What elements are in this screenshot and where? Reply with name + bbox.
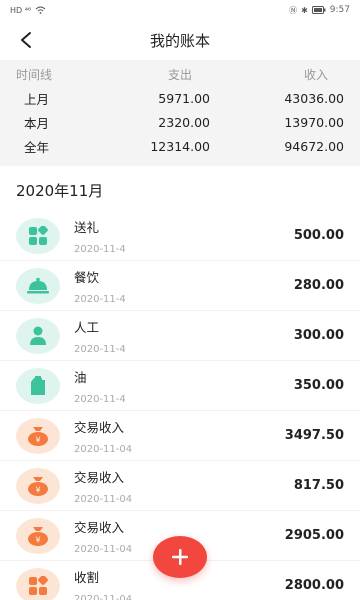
header-timeline: 时间线 (16, 67, 53, 82)
item-text: 餐饮 2020-11-4 (74, 267, 294, 305)
svg-text:¥: ¥ (35, 535, 40, 544)
item-date: 2020-11-4 (74, 293, 126, 305)
item-amount: 817.50 (293, 478, 344, 493)
header-income: 收入 (303, 67, 328, 82)
item-date: 2020-11-04 (74, 593, 133, 600)
item-name: 人工 (74, 319, 100, 335)
item-text: 交易收入 2020-11-04 (74, 417, 285, 455)
money-bag-icon: ¥ (16, 517, 60, 554)
chevron-left-icon (21, 32, 31, 48)
item-name: 油 (74, 369, 87, 385)
status-time: 9:57 (329, 5, 350, 15)
svg-text:¥: ¥ (35, 435, 40, 444)
summary-row: 全年 12314.00 94672.00 (0, 134, 360, 158)
status-right: Ⓝ ✱ 9:57 (289, 5, 350, 16)
header-expense: 支出 (167, 67, 192, 82)
list-item[interactable]: ¥ 交易收入 2020-11-04 3497.50 (0, 411, 360, 461)
list-item[interactable]: ¥ 交易收入 2020-11-04 817.50 (0, 461, 360, 511)
plus-icon (172, 549, 188, 565)
list-item[interactable]: 油 2020-11-4 350.00 (0, 361, 360, 411)
item-name: 交易收入 (74, 469, 125, 485)
summary-row: 上月 5971.00 43036.00 (0, 86, 360, 110)
grid-icon (16, 567, 60, 600)
item-date: 2020-11-4 (74, 393, 126, 405)
grid-icon (16, 217, 60, 254)
list-item[interactable]: 人工 2020-11-4 300.00 (0, 311, 360, 361)
item-amount: 2800.00 (284, 578, 344, 593)
summary-income: 94672.00 (284, 138, 344, 154)
list-item[interactable]: 送礼 2020-11-4 500.00 (0, 211, 360, 261)
item-amount: 500.00 (293, 228, 344, 243)
item-amount: 350.00 (293, 378, 344, 393)
battery-icon (311, 6, 326, 14)
item-name: 交易收入 (74, 519, 125, 535)
money-bag-icon: ¥ (16, 417, 60, 454)
item-amount: 3497.50 (284, 428, 344, 443)
list-item[interactable]: 餐饮 2020-11-4 280.00 (0, 261, 360, 311)
summary-row: 本月 2320.00 13970.00 (0, 110, 360, 134)
fuel-can-icon (16, 367, 60, 404)
summary-period: 本月 (24, 115, 50, 131)
dish-icon (16, 267, 60, 304)
summary-expense: 12314.00 (150, 138, 210, 154)
back-button[interactable] (14, 28, 38, 52)
item-name: 交易收入 (74, 419, 125, 435)
page-title: 我的账本 (149, 31, 210, 50)
summary-income: 13970.00 (284, 114, 344, 130)
item-name: 送礼 (74, 219, 100, 235)
item-date: 2020-11-4 (74, 343, 126, 355)
status-left: HD ⁴⁶ (10, 6, 46, 15)
item-date: 2020-11-04 (74, 493, 133, 505)
item-text: 交易收入 2020-11-04 (74, 467, 294, 505)
summary-expense: 5971.00 (158, 90, 210, 106)
item-text: 油 2020-11-4 (74, 367, 294, 405)
nfc-icon: Ⓝ (289, 5, 298, 15)
summary-period: 全年 (24, 139, 50, 155)
app-header: 我的账本 (0, 20, 360, 60)
summary-table: 时间线 支出 收入 上月 5971.00 43036.00 本月 2320.00… (0, 60, 360, 166)
bluetooth-icon: ✱ (301, 5, 308, 15)
summary-expense: 2320.00 (158, 114, 210, 130)
person-icon (16, 317, 60, 354)
item-text: 人工 2020-11-4 (74, 317, 294, 355)
item-date: 2020-11-04 (74, 443, 133, 455)
summary-header-row: 时间线 支出 收入 (0, 62, 360, 86)
item-name: 餐饮 (74, 269, 100, 285)
item-text: 送礼 2020-11-4 (74, 217, 294, 255)
money-bag-icon: ¥ (16, 467, 60, 504)
status-bar: HD ⁴⁶ Ⓝ ✱ 9:57 (0, 0, 360, 20)
add-record-button[interactable] (153, 536, 207, 578)
month-title: 2020年11月 (16, 182, 104, 200)
item-date: 2020-11-4 (74, 243, 126, 255)
signal-icon: HD ⁴⁶ (10, 5, 32, 15)
item-amount: 280.00 (293, 278, 344, 293)
svg-text:¥: ¥ (35, 485, 40, 494)
item-amount: 300.00 (293, 328, 344, 343)
wifi-icon (35, 6, 46, 14)
summary-income: 43036.00 (284, 90, 344, 106)
item-amount: 2905.00 (284, 528, 344, 543)
summary-period: 上月 (24, 91, 50, 107)
